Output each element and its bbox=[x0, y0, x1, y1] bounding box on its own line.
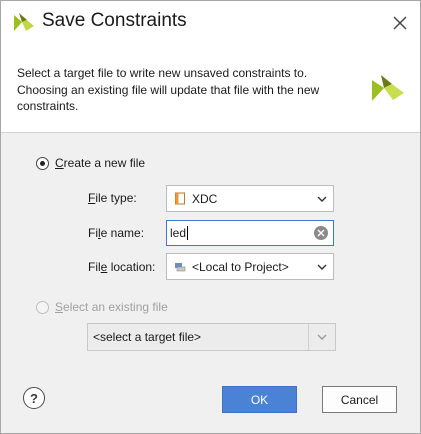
close-button[interactable] bbox=[386, 9, 414, 37]
select-existing-file-label: Select an existing file bbox=[55, 300, 168, 314]
dialog-description: Select a target file to write new unsave… bbox=[17, 66, 320, 113]
target-file-dropdown[interactable]: <select a target file> bbox=[87, 323, 336, 351]
dialog-title: Save Constraints bbox=[42, 10, 187, 31]
chevron-down-icon bbox=[311, 196, 333, 202]
file-type-label: File type: bbox=[88, 191, 137, 205]
create-new-file-radio[interactable]: Create a new file bbox=[36, 156, 145, 170]
file-type-value: XDC bbox=[192, 191, 218, 206]
file-name-input[interactable]: led bbox=[166, 220, 334, 246]
file-location-dropdown[interactable]: <Local to Project> bbox=[166, 253, 334, 280]
help-button[interactable]: ? bbox=[23, 387, 45, 409]
clear-input-button[interactable] bbox=[314, 226, 328, 240]
chevron-down-icon bbox=[308, 324, 335, 350]
vivado-header-logo-icon bbox=[372, 75, 404, 101]
ok-button[interactable]: OK bbox=[222, 386, 297, 413]
file-type-dropdown[interactable]: XDC bbox=[166, 185, 334, 212]
text-caret bbox=[187, 226, 189, 240]
file-name-value: led bbox=[170, 226, 187, 240]
file-location-value: <Local to Project> bbox=[192, 259, 289, 274]
file-name-label: File name: bbox=[88, 226, 145, 240]
close-icon bbox=[393, 16, 407, 30]
radio-button-checked[interactable] bbox=[36, 156, 49, 170]
create-new-file-label: Create a new file bbox=[55, 156, 146, 170]
vivado-logo-icon bbox=[14, 13, 34, 31]
cancel-button[interactable]: Cancel bbox=[322, 386, 397, 413]
save-constraints-dialog: Save Constraints Select a target file to… bbox=[0, 0, 421, 434]
xdc-file-icon bbox=[174, 192, 186, 205]
local-project-icon bbox=[174, 262, 186, 272]
title-bar: Save Constraints bbox=[1, 1, 420, 43]
clear-icon bbox=[317, 229, 325, 237]
radio-button-unchecked[interactable] bbox=[36, 300, 49, 314]
help-icon: ? bbox=[30, 390, 38, 406]
file-location-label: File location: bbox=[88, 260, 156, 274]
chevron-down-icon bbox=[311, 264, 333, 270]
target-file-value: <select a target file> bbox=[93, 330, 202, 344]
dialog-header: Select a target file to write new unsave… bbox=[1, 43, 420, 133]
select-existing-file-radio[interactable]: Select an existing file bbox=[36, 300, 168, 314]
